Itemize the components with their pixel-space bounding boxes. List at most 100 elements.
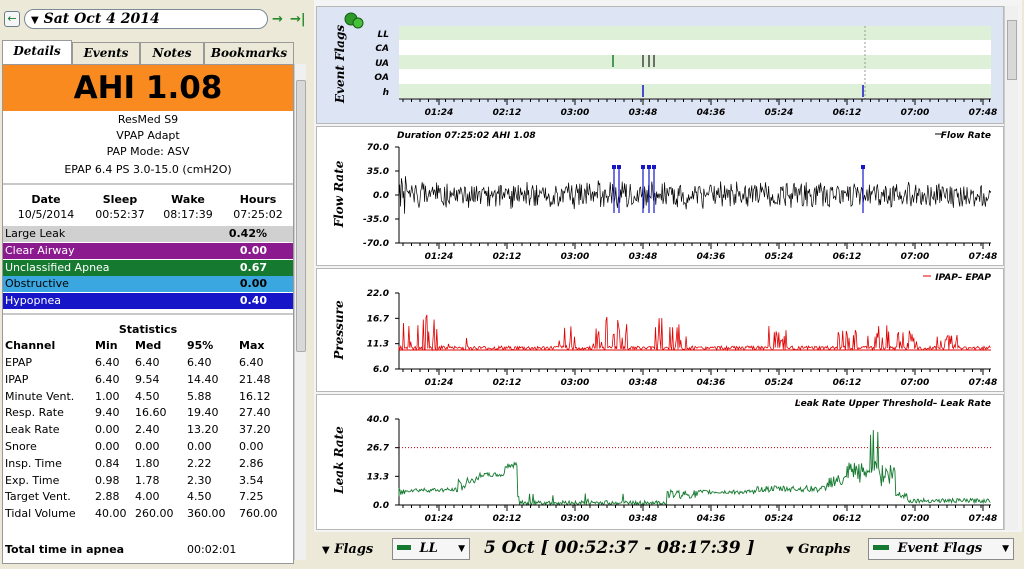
statistics-cell: 0.00 xyxy=(95,423,120,437)
statistics-cell: 760.00 xyxy=(239,507,278,521)
tab-notes[interactable]: Notes xyxy=(140,42,204,64)
leak-y-tick-label: 13.3 xyxy=(367,472,389,482)
tab-details[interactable]: Details xyxy=(2,40,72,64)
pressure-y-tick-label: 11.3 xyxy=(367,340,389,350)
leak-x-tick-label: 05:24 xyxy=(765,514,794,524)
event-value: 0.40 xyxy=(239,294,267,308)
leak-x-tick-label: 03:48 xyxy=(629,514,658,524)
tab-events[interactable]: Events xyxy=(72,42,140,64)
event-marker xyxy=(861,165,865,169)
statistics-cell: 9.40 xyxy=(95,406,120,420)
statistics-cell: Tidal Volume xyxy=(5,507,76,521)
statistics-cell: IPAP xyxy=(5,372,29,386)
legend-separator: – xyxy=(933,399,941,409)
graphs-label: Graphs xyxy=(798,542,851,557)
flags-combo-value: LL xyxy=(419,541,438,556)
statistics-cell: 21.48 xyxy=(239,372,271,386)
graphs-scrollbar[interactable] xyxy=(1004,6,1018,530)
event-row[interactable]: Unclassified Apnea 0.67 xyxy=(3,259,293,276)
flags-x-tick-label: 04:36 xyxy=(697,108,726,118)
statistics-row: Minute Vent. 1.00 4.50 5.88 16.12 xyxy=(3,388,293,405)
statistics-cell: 6.40 xyxy=(135,356,160,369)
divider xyxy=(3,313,293,315)
flag-row-label: h xyxy=(383,88,389,98)
statistics-row: Target Vent. 2.88 4.00 4.50 7.25 xyxy=(3,488,293,505)
details-panel: AHI 1.08 ResMed S9 VPAP Adapt PAP Mode: … xyxy=(2,64,294,564)
statistics-cell: 0.00 xyxy=(187,440,212,453)
event-flags-graph[interactable]: Event Flags LL CA UA OA h 01:24 02:12 03:00 03:4… xyxy=(316,6,1004,124)
color-swatch-icon xyxy=(397,544,411,550)
flow-x-tick-label: 04:36 xyxy=(697,252,726,262)
statistics-cell: 40.00 xyxy=(95,507,127,521)
bottom-toolbar: ▼ Flags LL ▼ 5 Oct [ 00:52:37 - 08:17:39… xyxy=(314,532,1022,569)
statistics-row: Tidal Volume 40.00 260.00 360.00 760.00 xyxy=(3,505,293,522)
flags-combo[interactable]: LL ▼ xyxy=(392,538,470,560)
statistics-cell: Insp. Time xyxy=(5,456,62,470)
next-day-button[interactable]: → xyxy=(272,12,283,27)
scrollbar-thumb[interactable] xyxy=(296,80,306,352)
leak-y-tick-label: 26.7 xyxy=(367,444,390,454)
statistics-cell: Snore xyxy=(5,440,37,453)
statistics-row: Insp. Time 0.84 1.80 2.22 2.86 xyxy=(3,455,293,472)
event-value: 0.00 xyxy=(239,243,267,257)
event-row[interactable]: Clear Airway 0.00 xyxy=(3,242,293,259)
statistics-cell: 1.78 xyxy=(135,473,160,487)
graphs-combo[interactable]: Event Flags ▼ xyxy=(868,538,1014,560)
flag-row-band xyxy=(399,84,991,98)
tab-bookmarks[interactable]: Bookmarks xyxy=(204,42,294,64)
statistics-cell: 4.00 xyxy=(135,490,160,504)
session-header-wake: Wake xyxy=(171,193,205,206)
date-navigation: ← ▼ Sat Oct 4 2014 → →| xyxy=(0,6,308,34)
flow-y-tick-label: 0.0 xyxy=(373,191,389,201)
statistics-cell: 2.88 xyxy=(95,490,120,504)
statistics-cell: 260.00 xyxy=(135,507,174,521)
chevron-down-icon: ▼ xyxy=(1002,544,1009,554)
flag-row-label: CA xyxy=(375,44,389,54)
statistics-cell: 2.30 xyxy=(187,473,212,487)
flags-x-tick-label: 07:00 xyxy=(901,108,930,118)
statistics-cell: 4.50 xyxy=(187,490,212,504)
flags-x-tick-label: 02:12 xyxy=(493,108,522,118)
details-scrollbar[interactable] xyxy=(294,64,306,560)
machine-name: ResMed S9 xyxy=(117,113,179,126)
pressure-y-tick-label: 22.0 xyxy=(367,289,389,299)
event-row[interactable]: Obstructive 0.00 xyxy=(3,276,293,293)
flag-row-band xyxy=(399,55,991,69)
date-selector[interactable]: ▼ Sat Oct 4 2014 xyxy=(24,9,268,29)
pressure-x-tick-label: 04:36 xyxy=(697,378,726,388)
chevron-down-icon: ▼ xyxy=(458,544,465,554)
flags-menu[interactable]: ▼ Flags xyxy=(322,542,373,557)
last-day-button[interactable]: →| xyxy=(290,12,306,27)
pressure-x-tick-label: 05:24 xyxy=(765,378,794,388)
event-label: Obstructive xyxy=(5,277,69,291)
statistics-cell: 0.00 xyxy=(95,440,120,453)
event-label: Clear Airway xyxy=(5,243,75,257)
flags-x-tick-label: 06:12 xyxy=(833,108,862,118)
session-header-date: Date xyxy=(31,193,61,206)
prev-day-button[interactable]: ← xyxy=(4,11,20,27)
leak-x-tick-label: 04:36 xyxy=(697,514,726,524)
flow-y-tick-label: 35.0 xyxy=(367,167,389,177)
statistics-cell: 6.40 xyxy=(239,356,264,369)
flow-x-tick-label: 01:24 xyxy=(425,252,454,262)
event-label: Hypopnea xyxy=(5,294,61,308)
flag-row-label: OA xyxy=(374,73,389,83)
pressure-graph[interactable]: Pressure IPAP– EPAP 22.0 16.7 11.3 6.0 01:24 0… xyxy=(316,268,1004,392)
leak-rate-graph[interactable]: Leak Rate Leak Rate Upper Threshold– Lea… xyxy=(316,394,1004,530)
ahi-banner: AHI 1.08 xyxy=(3,65,293,111)
pressure-legend-ipap: IPAP xyxy=(935,273,958,283)
graphs-menu[interactable]: ▼ Graphs xyxy=(786,542,850,557)
statistics-cell: 7.25 xyxy=(239,490,264,504)
flow-x-tick-label: 07:48 xyxy=(969,252,998,262)
session-date: 10/5/2014 xyxy=(17,208,75,221)
event-row[interactable]: Large Leak 0.42% xyxy=(3,226,293,242)
graphs-area: Event Flags LL CA UA OA h 01:24 02:12 03:00 03:4… xyxy=(314,0,1022,569)
flags-x-tick-label: 03:48 xyxy=(629,108,658,118)
event-marker xyxy=(647,165,651,169)
ipap-trace xyxy=(398,314,991,352)
flow-rate-graph[interactable]: Flow Rate Duration 07:25:02 AHI 1.08 Flow… xyxy=(316,126,1004,266)
event-row[interactable]: Hypopnea 0.40 xyxy=(3,293,293,310)
pressure-legend: IPAP– EPAP xyxy=(935,273,991,283)
statistics-cell: 0.98 xyxy=(95,473,120,487)
scrollbar-thumb[interactable] xyxy=(1007,20,1017,80)
